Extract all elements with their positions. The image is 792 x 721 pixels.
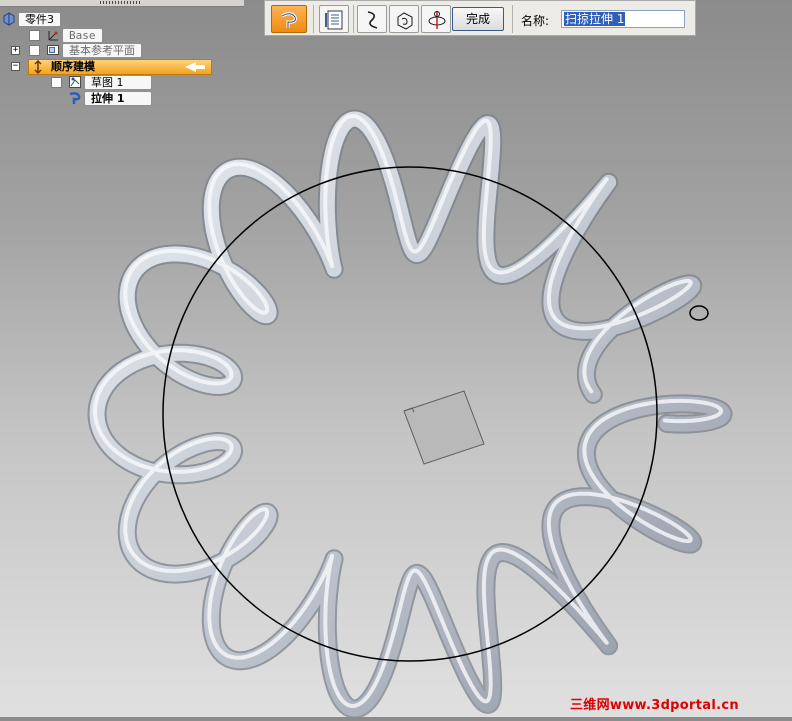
part-icon: [3, 12, 15, 26]
sweep-command-bar: 完成 名称: 扫掠拉伸 1: [264, 0, 696, 36]
ref-planes-expander[interactable]: +: [11, 46, 20, 55]
extrude-icon: [69, 92, 81, 104]
tree-item-extrude-label[interactable]: 拉伸 1: [84, 91, 152, 106]
orientation-step-icon: [428, 11, 446, 29]
sheet-settings-icon: [325, 10, 343, 30]
reference-plane-icon: [47, 45, 59, 55]
site-watermark: 三维网www.3dportal.cn: [570, 698, 739, 713]
orientation-step-button[interactable]: [421, 5, 451, 33]
pane-splitter[interactable]: [0, 0, 244, 7]
toolbar-separator: [313, 5, 314, 33]
tree-item-ref-planes-label[interactable]: 基本参考平面: [62, 43, 142, 58]
sketch-visibility-checkbox[interactable]: [51, 77, 62, 88]
toolbar-separator: [353, 5, 354, 33]
tree-root-label[interactable]: 零件3: [18, 12, 61, 27]
cross-section-step-icon: [397, 12, 413, 30]
tree-item-ordered-label[interactable]: 顺序建模: [51, 60, 95, 74]
path-step-icon: [367, 11, 378, 29]
coordinate-system-icon: [48, 31, 58, 41]
splitter-grip[interactable]: [100, 1, 140, 4]
base-reference-plane[interactable]: [403, 390, 485, 465]
tree-item-sketch-label[interactable]: 草图 1: [84, 75, 152, 90]
sketch-icon: [69, 76, 81, 88]
feature-name-value[interactable]: 扫掠拉伸 1: [564, 12, 626, 26]
tree-item-base-label[interactable]: Base: [62, 28, 103, 43]
toolbar-separator: [512, 5, 513, 33]
name-label: 名称:: [521, 14, 550, 28]
cross-section-step-button[interactable]: [389, 5, 419, 33]
tree-item-ordered-modeling[interactable]: 顺序建模: [28, 59, 212, 75]
ordered-modeling-icon: [34, 60, 42, 74]
finish-button[interactable]: 完成: [452, 7, 504, 31]
model-view[interactable]: [0, 0, 792, 719]
base-visibility-checkbox[interactable]: [29, 30, 40, 41]
ordered-expander[interactable]: −: [11, 62, 20, 71]
sweep-step-icon: [281, 12, 297, 28]
rollback-arrow-icon[interactable]: [184, 62, 206, 72]
ref-planes-visibility-checkbox[interactable]: [29, 45, 40, 56]
path-step-button[interactable]: [357, 5, 387, 33]
cross-section-circle[interactable]: [689, 305, 709, 321]
graphics-viewport[interactable]: [0, 0, 792, 719]
feature-name-input[interactable]: 扫掠拉伸 1: [561, 10, 685, 28]
sweep-step-button[interactable]: [271, 5, 307, 33]
sheet-settings-button[interactable]: [319, 5, 349, 33]
